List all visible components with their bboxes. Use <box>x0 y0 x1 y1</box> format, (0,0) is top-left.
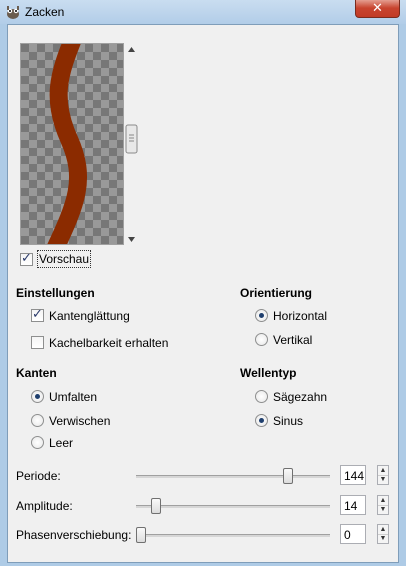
periode-label: Periode: <box>16 469 61 483</box>
horizontal-label[interactable]: Horizontal <box>273 309 327 323</box>
periode-spinner[interactable]: ▲ ▼ <box>377 465 389 485</box>
antialias-label[interactable]: Kantenglättung <box>49 309 130 323</box>
amplitude-spinner[interactable]: ▲ ▼ <box>377 495 389 515</box>
verwischen-label[interactable]: Verwischen <box>49 414 110 428</box>
spin-down-icon[interactable]: ▼ <box>378 534 388 543</box>
radio-sinus[interactable] <box>255 414 268 427</box>
scroll-down-icon[interactable] <box>128 237 135 242</box>
check-icon: ✓ <box>21 250 32 265</box>
gimp-icon <box>7 6 19 19</box>
periode-track[interactable] <box>136 475 330 478</box>
preview-canvas <box>21 44 123 244</box>
spin-down-icon[interactable]: ▼ <box>378 505 388 514</box>
phase-track[interactable] <box>136 534 330 537</box>
leer-label[interactable]: Leer <box>49 436 73 450</box>
window-title: Zacken <box>25 5 65 19</box>
tileable-checkbox[interactable] <box>31 336 44 349</box>
scroll-thumb[interactable] <box>125 124 138 154</box>
amplitude-label: Amplitude: <box>16 499 73 513</box>
title-bar: Zacken ✕ <box>0 0 406 24</box>
check-icon: ✓ <box>32 306 43 321</box>
spin-down-icon[interactable]: ▼ <box>378 475 388 484</box>
saegezahn-label[interactable]: Sägezahn <box>273 390 327 404</box>
phase-label: Phasenverschiebung: <box>16 528 132 542</box>
phase-input[interactable]: 0 <box>340 524 366 544</box>
radio-vertikal[interactable] <box>255 333 268 346</box>
preview-scrollbar[interactable] <box>125 43 138 245</box>
preview-area <box>20 43 124 245</box>
phase-spinner[interactable]: ▲ ▼ <box>377 524 389 544</box>
close-button[interactable]: ✕ <box>355 0 400 18</box>
vertikal-label[interactable]: Vertikal <box>273 333 312 347</box>
dialog-body: ✓ Vorschau Einstellungen ✓ Kantenglättun… <box>7 24 399 563</box>
phase-slider-thumb[interactable] <box>136 527 146 543</box>
sinus-label[interactable]: Sinus <box>273 414 303 428</box>
radio-verwischen[interactable] <box>31 414 44 427</box>
scroll-up-icon[interactable] <box>128 47 135 52</box>
tileable-label[interactable]: Kachelbarkeit erhalten <box>49 336 168 350</box>
umfalten-label[interactable]: Umfalten <box>49 390 97 404</box>
amplitude-slider-thumb[interactable] <box>150 498 161 514</box>
einstellungen-heading: Einstellungen <box>16 286 95 300</box>
radio-umfalten[interactable] <box>31 390 44 403</box>
antialias-checkbox[interactable]: ✓ <box>31 306 44 322</box>
radio-horizontal[interactable] <box>255 309 268 322</box>
orientierung-heading: Orientierung <box>240 286 313 300</box>
periode-slider-thumb[interactable] <box>283 468 294 484</box>
amplitude-input[interactable]: 14 <box>340 495 366 515</box>
preview-checkbox[interactable]: ✓ <box>20 250 33 266</box>
close-icon: ✕ <box>372 0 383 15</box>
preview-label[interactable]: Vorschau <box>39 252 89 266</box>
periode-input[interactable]: 144 <box>340 465 366 485</box>
radio-leer[interactable] <box>31 436 44 449</box>
radio-saegezahn[interactable] <box>255 390 268 403</box>
kanten-heading: Kanten <box>16 366 57 380</box>
wellentyp-heading: Wellentyp <box>240 366 297 380</box>
amplitude-track[interactable] <box>136 505 330 508</box>
